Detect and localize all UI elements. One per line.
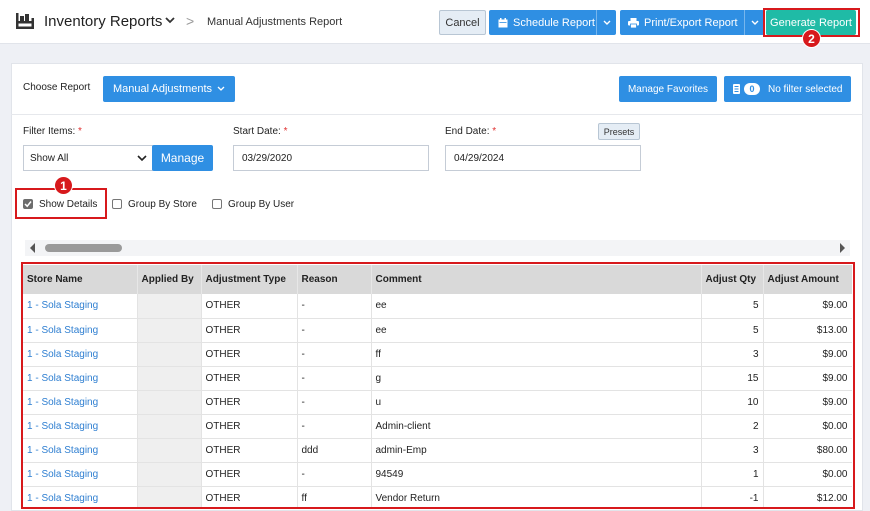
print-dropdown-chevron-icon[interactable] (744, 10, 764, 35)
print-export-label: Print/Export Report (644, 16, 738, 29)
scroll-left-arrow-icon[interactable] (30, 243, 36, 253)
top-bar: Inventory Reports > Manual Adjustments R… (0, 0, 870, 44)
filter-list-icon (733, 84, 740, 94)
scroll-right-arrow-icon[interactable] (839, 243, 845, 253)
start-date-value: 03/29/2020 (242, 152, 293, 164)
group-by-user-checkbox[interactable]: Group By User (212, 197, 294, 211)
chevron-down-icon (137, 155, 147, 162)
start-date-label: Start Date: * (233, 126, 288, 137)
filter-items-value: Show All (30, 152, 69, 164)
presets-button[interactable]: Presets (598, 123, 640, 140)
filter-items-label: Filter Items: * (23, 126, 82, 137)
inventory-icon (16, 13, 34, 29)
scrollbar-thumb[interactable] (45, 244, 122, 252)
chevron-down-icon[interactable] (164, 14, 176, 26)
start-date-input[interactable]: 03/29/2020 (233, 145, 429, 171)
end-date-value: 04/29/2024 (454, 152, 505, 164)
cancel-button[interactable]: Cancel (439, 10, 486, 35)
highlight-table (21, 262, 855, 509)
app-title: Inventory Reports (44, 13, 163, 30)
presets-label: Presets (603, 126, 635, 137)
filter-status-button[interactable]: 0 No filter selected (724, 76, 851, 102)
step-marker-1: 1 (54, 176, 73, 195)
manage-favorites-label: Manage Favorites (627, 83, 709, 95)
end-date-label: End Date: * (445, 126, 497, 137)
printer-icon (628, 17, 639, 28)
horizontal-scrollbar[interactable] (25, 240, 850, 256)
cancel-label: Cancel (445, 16, 480, 29)
group-by-store-label: Group By Store (128, 198, 197, 210)
calendar-icon (498, 17, 508, 28)
print-export-button[interactable]: Print/Export Report (620, 10, 764, 35)
filter-count-badge: 0 (744, 83, 760, 95)
group-by-user-label: Group By User (228, 198, 295, 210)
report-select-value: Manual Adjustments (112, 83, 213, 95)
manage-favorites-button[interactable]: Manage Favorites (619, 76, 717, 102)
chevron-down-icon (217, 86, 225, 91)
step-marker-2: 2 (802, 29, 821, 48)
group-by-store-checkbox[interactable]: Group By Store (112, 197, 197, 211)
manage-button[interactable]: Manage (152, 145, 213, 171)
report-select-button[interactable]: Manual Adjustments (103, 76, 235, 102)
choose-report-label: Choose Report (23, 82, 91, 93)
end-date-input[interactable]: 04/29/2024 (445, 145, 641, 171)
schedule-report-button[interactable]: Schedule Report (489, 10, 616, 35)
filter-items-select[interactable]: Show All (23, 145, 153, 171)
breadcrumb-separator: > (186, 13, 195, 29)
checkbox-unchecked-icon (212, 199, 222, 209)
filter-status-label: No filter selected (768, 83, 843, 95)
card-divider (11, 114, 863, 115)
schedule-report-label: Schedule Report (513, 16, 595, 29)
schedule-dropdown-chevron-icon[interactable] (596, 10, 616, 35)
manage-label: Manage (160, 151, 205, 165)
breadcrumb-current-page: Manual Adjustments Report (207, 16, 343, 28)
checkbox-unchecked-icon (112, 199, 122, 209)
